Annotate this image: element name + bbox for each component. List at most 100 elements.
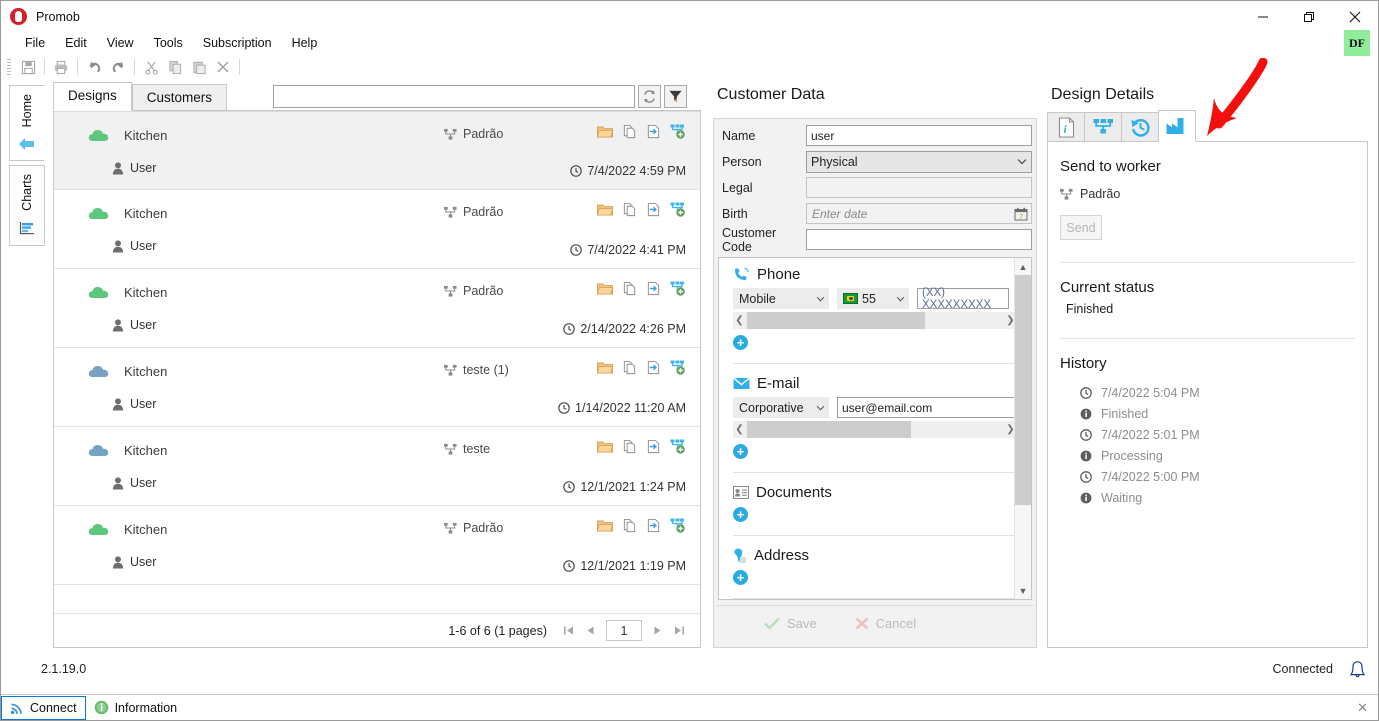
filter-icon[interactable]: [664, 85, 688, 108]
export-icon[interactable]: [646, 124, 661, 139]
email-field[interactable]: user@email.com: [837, 397, 1017, 418]
scroll-thumb[interactable]: [747, 312, 925, 329]
table-row[interactable]: Kitchen Padrão: [54, 111, 700, 190]
menu-subscription[interactable]: Subscription: [193, 34, 282, 52]
print-icon[interactable]: [50, 56, 72, 78]
share-add-icon[interactable]: [670, 202, 686, 217]
copy-icon[interactable]: [622, 518, 637, 533]
export-icon[interactable]: [646, 439, 661, 454]
refresh-icon[interactable]: [638, 85, 662, 108]
open-folder-icon[interactable]: [597, 203, 613, 217]
share-add-icon[interactable]: [670, 439, 686, 454]
open-folder-icon[interactable]: [597, 519, 613, 533]
copy-icon[interactable]: [622, 360, 637, 375]
scroll-right-icon[interactable]: ❯: [1004, 424, 1017, 435]
person-select[interactable]: Physical: [806, 150, 1032, 173]
minimize-button[interactable]: [1240, 1, 1286, 32]
bell-icon[interactable]: [1349, 660, 1366, 679]
export-icon[interactable]: [646, 202, 661, 217]
delete-icon[interactable]: [212, 56, 234, 78]
table-row[interactable]: Kitchen Padrão: [54, 506, 700, 585]
close-statusbar-icon[interactable]: ✕: [1357, 700, 1368, 716]
connect-button[interactable]: Connect: [1, 695, 86, 720]
first-page-button[interactable]: [562, 624, 575, 637]
information-button[interactable]: Information: [86, 696, 186, 720]
share-add-icon[interactable]: [670, 281, 686, 296]
add-address-button[interactable]: +: [733, 570, 748, 585]
last-page-button[interactable]: [673, 624, 686, 637]
email-hscrollbar[interactable]: ❮ ❯: [733, 421, 1017, 438]
open-folder-icon[interactable]: [597, 440, 613, 454]
open-folder-icon[interactable]: [597, 125, 613, 139]
tab-info[interactable]: i: [1047, 112, 1085, 142]
send-button[interactable]: Send: [1060, 215, 1102, 240]
export-icon[interactable]: [646, 360, 661, 375]
copy-icon[interactable]: [622, 124, 637, 139]
copy-icon[interactable]: [622, 439, 637, 454]
search-input[interactable]: [273, 85, 636, 108]
scroll-up-icon[interactable]: ▲: [1015, 258, 1031, 275]
sidebar-item-charts[interactable]: Charts: [9, 165, 45, 247]
scroll-left-icon[interactable]: ❮: [733, 424, 746, 435]
table-row[interactable]: Kitchen Padrão: [54, 190, 700, 269]
open-folder-icon[interactable]: [597, 282, 613, 296]
open-folder-icon[interactable]: [597, 361, 613, 375]
save-icon[interactable]: [17, 56, 39, 78]
section-divider: [1060, 338, 1355, 339]
export-icon[interactable]: [646, 518, 661, 533]
add-email-button[interactable]: +: [733, 444, 748, 459]
menu-edit[interactable]: Edit: [55, 34, 97, 52]
maximize-button[interactable]: [1286, 1, 1332, 32]
prev-page-button[interactable]: [584, 624, 597, 637]
share-add-icon[interactable]: [670, 360, 686, 375]
design-user-label: User: [130, 476, 157, 490]
scroll-thumb[interactable]: [747, 421, 911, 438]
copy-icon[interactable]: [622, 281, 637, 296]
cut-icon[interactable]: [140, 56, 162, 78]
country-code-select[interactable]: 55: [837, 288, 909, 309]
undo-icon[interactable]: [83, 56, 105, 78]
avatar[interactable]: DF: [1344, 30, 1370, 56]
redo-icon[interactable]: [107, 56, 129, 78]
legal-field[interactable]: [806, 177, 1032, 198]
share-add-icon[interactable]: [670, 518, 686, 533]
customer-code-field[interactable]: [806, 229, 1032, 250]
tab-designs[interactable]: Designs: [53, 82, 132, 111]
cancel-button[interactable]: Cancel: [855, 616, 916, 631]
scroll-left-icon[interactable]: ❮: [733, 315, 746, 326]
add-phone-button[interactable]: +: [733, 335, 748, 350]
close-button[interactable]: [1332, 1, 1378, 32]
email-type-select[interactable]: Corporative: [733, 397, 829, 418]
scroll-down-icon[interactable]: ▼: [1015, 582, 1031, 599]
name-field[interactable]: [806, 125, 1032, 146]
birth-date-field[interactable]: Enter date 7: [806, 203, 1032, 224]
history-list: 7/4/2022 5:04 PM Finished 7/4/2022 5:01 …: [1060, 386, 1355, 505]
add-document-button[interactable]: +: [733, 507, 748, 522]
table-row[interactable]: Kitchen teste (1) User 1/14/2022 11:20 A…: [54, 348, 700, 427]
share-add-icon[interactable]: [670, 124, 686, 139]
toolbar-grip[interactable]: [7, 59, 11, 75]
table-row[interactable]: Kitchen Padrão: [54, 269, 700, 348]
export-icon[interactable]: [646, 281, 661, 296]
tab-customers[interactable]: Customers: [131, 84, 228, 111]
tab-factory[interactable]: [1158, 110, 1196, 142]
save-button[interactable]: Save: [764, 616, 817, 631]
phone-type-select[interactable]: Mobile: [733, 288, 829, 309]
copy-icon[interactable]: [622, 202, 637, 217]
tab-hierarchy[interactable]: [1084, 112, 1122, 142]
menu-help[interactable]: Help: [282, 34, 328, 52]
menu-tools[interactable]: Tools: [144, 34, 193, 52]
sidebar-item-home[interactable]: Home: [9, 85, 45, 162]
menu-view[interactable]: View: [97, 34, 144, 52]
next-page-button[interactable]: [651, 624, 664, 637]
table-row[interactable]: Kitchen teste User 12/1/2021 1:24 PM: [54, 427, 700, 506]
page-number-input[interactable]: [606, 620, 642, 641]
scroll-thumb[interactable]: [1015, 275, 1031, 505]
copy-icon[interactable]: [164, 56, 186, 78]
scroll-right-icon[interactable]: ❯: [1004, 315, 1017, 326]
phone-number-field[interactable]: (XX) XXXXXXXXX: [917, 287, 1009, 311]
menu-file[interactable]: File: [15, 34, 55, 52]
tab-history[interactable]: [1121, 112, 1159, 142]
paste-icon[interactable]: [188, 56, 210, 78]
phone-hscrollbar[interactable]: ❮ ❯: [733, 312, 1017, 329]
